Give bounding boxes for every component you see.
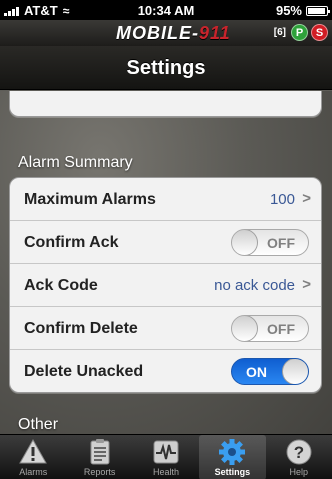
section-header-other: Other xyxy=(18,416,59,433)
pulse-icon xyxy=(153,440,179,464)
tab-health[interactable]: Health xyxy=(133,435,199,479)
app-logo: MOBILE-911 xyxy=(116,23,231,44)
previous-group-partial xyxy=(9,91,322,117)
row-label: Maximum Alarms xyxy=(24,191,156,208)
row-confirm-delete: Confirm Delete OFF xyxy=(10,307,321,350)
warning-icon xyxy=(19,438,48,464)
toggle-state-text: OFF xyxy=(267,321,295,337)
svg-text:?: ? xyxy=(294,443,304,462)
chevron-right-icon: > xyxy=(302,190,311,207)
toggle-state-text: OFF xyxy=(267,235,295,251)
toggle-state-text: ON xyxy=(246,364,267,380)
settings-scroll-area[interactable]: Alarm Summary Maximum Alarms 100 > Confi… xyxy=(0,91,332,434)
battery-group: 95% xyxy=(275,3,330,18)
row-label: Ack Code xyxy=(24,277,98,294)
section-header-alarm-summary: Alarm Summary xyxy=(18,154,133,171)
tab-settings[interactable]: Settings xyxy=(199,435,266,479)
clipboard-icon xyxy=(90,439,110,465)
gear-icon xyxy=(219,439,246,465)
row-ack-code[interactable]: Ack Code no ack code > xyxy=(10,264,321,307)
toggle-knob xyxy=(232,230,258,255)
toggle-knob xyxy=(232,316,258,341)
delete-unacked-toggle[interactable]: ON xyxy=(231,358,309,385)
brand-indicators: [6] P S xyxy=(274,24,328,41)
nav-bar: Settings xyxy=(0,46,332,90)
row-label: Confirm Delete xyxy=(24,320,138,337)
row-confirm-ack: Confirm Ack OFF xyxy=(10,221,321,264)
p-status-badge[interactable]: P xyxy=(291,24,308,41)
confirm-delete-toggle[interactable]: OFF xyxy=(231,315,309,342)
chevron-right-icon: > xyxy=(302,276,311,293)
toggle-knob xyxy=(282,359,308,384)
row-maximum-alarms[interactable]: Maximum Alarms 100 > xyxy=(10,178,321,221)
status-bar: AT&T ≈ 10:34 AM 95% xyxy=(0,0,332,20)
alarm-count-indicator: [6] xyxy=(273,27,286,38)
page-title: Settings xyxy=(126,57,206,79)
tab-bar: Alarms Reports Health Settings ? Help xyxy=(0,434,332,479)
battery-icon xyxy=(306,5,330,16)
tab-label: Reports xyxy=(83,467,116,477)
brand-bar: MOBILE-911 [6] P S xyxy=(0,20,332,46)
tab-label: Health xyxy=(152,467,179,477)
tab-help[interactable]: ? Help xyxy=(266,435,332,479)
help-icon: ? xyxy=(286,439,312,465)
s-status-badge[interactable]: S xyxy=(311,24,328,41)
confirm-ack-toggle[interactable]: OFF xyxy=(231,229,309,256)
row-delete-unacked: Delete Unacked ON xyxy=(10,350,321,393)
tab-label: Settings xyxy=(214,467,251,477)
tab-reports[interactable]: Reports xyxy=(66,435,132,479)
alarm-summary-group: Maximum Alarms 100 > Confirm Ack OFF Ack… xyxy=(9,177,322,393)
tab-label: Help xyxy=(289,467,309,477)
row-label: Delete Unacked xyxy=(24,363,144,380)
logo-suffix: 911 xyxy=(199,23,231,43)
tab-label: Alarms xyxy=(19,467,48,477)
row-value: 100 xyxy=(269,191,295,208)
logo-prefix: MOBILE- xyxy=(116,23,199,43)
row-value: no ack code xyxy=(214,277,295,294)
battery-fill xyxy=(308,7,326,14)
row-label: Confirm Ack xyxy=(24,234,119,251)
battery-percent: 95% xyxy=(275,3,302,18)
tab-alarms[interactable]: Alarms xyxy=(0,435,66,479)
